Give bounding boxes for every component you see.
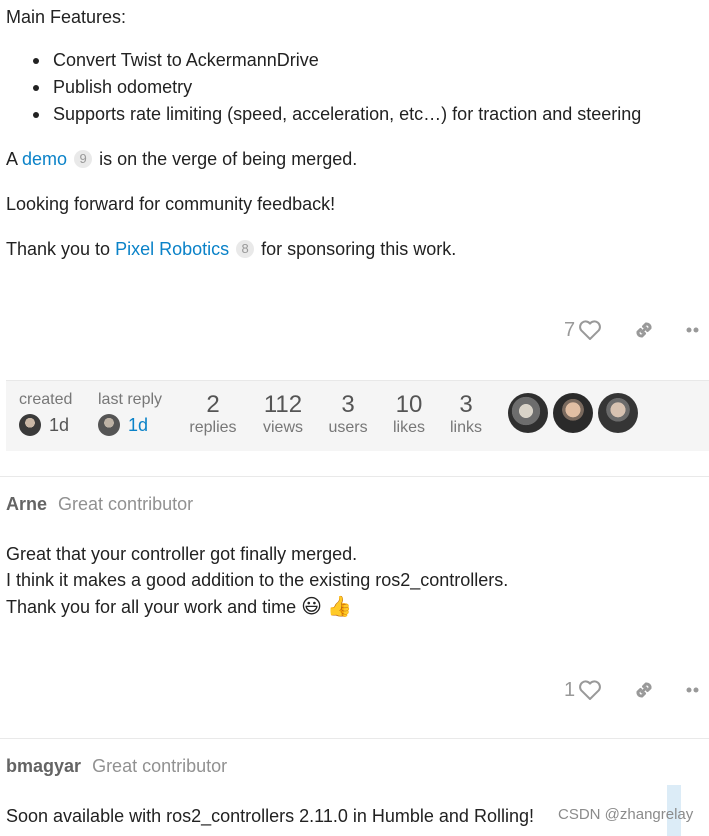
like-count: 7 <box>564 318 576 341</box>
heart-icon <box>578 319 602 341</box>
feedback-paragraph: Looking forward for community feedback! <box>6 194 336 214</box>
last-reply-block[interactable]: last reply 1d <box>98 391 163 437</box>
likes-label: likes <box>392 419 425 436</box>
more-icon[interactable] <box>686 326 702 334</box>
post-actions: 7 <box>564 318 702 342</box>
post-line: Thank you for all your work and time 😃 👍 <box>6 596 352 618</box>
post-author: Arne Great contributor <box>6 493 193 515</box>
avatar <box>19 414 41 437</box>
views-stat: 112 views <box>253 391 313 437</box>
post-line: Great that your controller got finally m… <box>6 544 358 564</box>
watermark: CSDN @zhangrelay <box>558 806 694 823</box>
last-reply-label: last reply <box>98 391 163 408</box>
users-stat: 3 users <box>318 391 378 437</box>
avatar[interactable] <box>508 393 548 433</box>
link-click-count-badge: 9 <box>74 150 93 168</box>
likes-count: 10 <box>395 391 423 418</box>
topic-map: created 1d last reply 1d 2 replies 112 v… <box>6 380 709 451</box>
demo-link[interactable]: demo <box>22 149 67 169</box>
pixel-robotics-link[interactable]: Pixel Robotics <box>115 239 229 259</box>
smiley-emoji: 😃 <box>301 596 323 618</box>
user-title: Great contributor <box>58 494 194 514</box>
thumbs-up-emoji: 👍 <box>327 596 352 618</box>
views-count: 112 <box>263 391 303 418</box>
users-label: users <box>328 419 368 436</box>
features-heading: Main Features: <box>6 7 127 27</box>
more-icon[interactable] <box>686 686 702 694</box>
heart-icon <box>578 679 602 701</box>
links-label: links <box>449 419 482 436</box>
views-label: views <box>262 419 303 436</box>
replies-label: replies <box>189 419 237 436</box>
link-icon[interactable] <box>632 678 656 702</box>
links-stat[interactable]: 3 links <box>436 391 496 437</box>
features-list: Convert Twist to AckermannDrive Publish … <box>6 49 641 130</box>
created-block[interactable]: created 1d <box>19 391 73 437</box>
link-icon[interactable] <box>632 318 656 342</box>
list-item: Publish odometry <box>32 76 641 103</box>
list-item: Convert Twist to AckermannDrive <box>32 49 641 76</box>
post-line: I think it makes a good addition to the … <box>6 570 509 590</box>
last-reply-value[interactable]: 1d <box>128 415 148 435</box>
username[interactable]: bmagyar <box>6 756 81 776</box>
post-line: Soon available with ros2_controllers 2.1… <box>6 806 534 826</box>
avatar <box>98 414 120 437</box>
user-title: Great contributor <box>92 756 228 776</box>
avatar[interactable] <box>553 393 593 433</box>
created-value: 1d <box>49 414 70 435</box>
likes-stat: 10 likes <box>379 391 439 437</box>
username[interactable]: Arne <box>6 494 47 514</box>
post-actions: 1 <box>564 678 702 702</box>
like-button[interactable]: 7 <box>564 319 602 342</box>
like-count: 1 <box>564 678 576 701</box>
demo-paragraph: A demo 9 is on the verge of being merged… <box>6 149 358 169</box>
post-author: bmagyar Great contributor <box>6 755 227 777</box>
created-label: created <box>19 391 73 408</box>
like-button[interactable]: 1 <box>564 679 602 702</box>
users-count: 3 <box>341 391 355 418</box>
post-divider <box>0 738 709 739</box>
link-click-count-badge: 8 <box>236 240 255 258</box>
avatar[interactable] <box>598 393 638 433</box>
list-item: Supports rate limiting (speed, accelerat… <box>32 103 641 130</box>
replies-stat: 2 replies <box>183 391 243 437</box>
replies-count: 2 <box>206 391 220 418</box>
thanks-paragraph: Thank you to Pixel Robotics 8 for sponso… <box>6 239 457 259</box>
post-divider <box>0 476 709 477</box>
links-count: 3 <box>459 391 473 418</box>
